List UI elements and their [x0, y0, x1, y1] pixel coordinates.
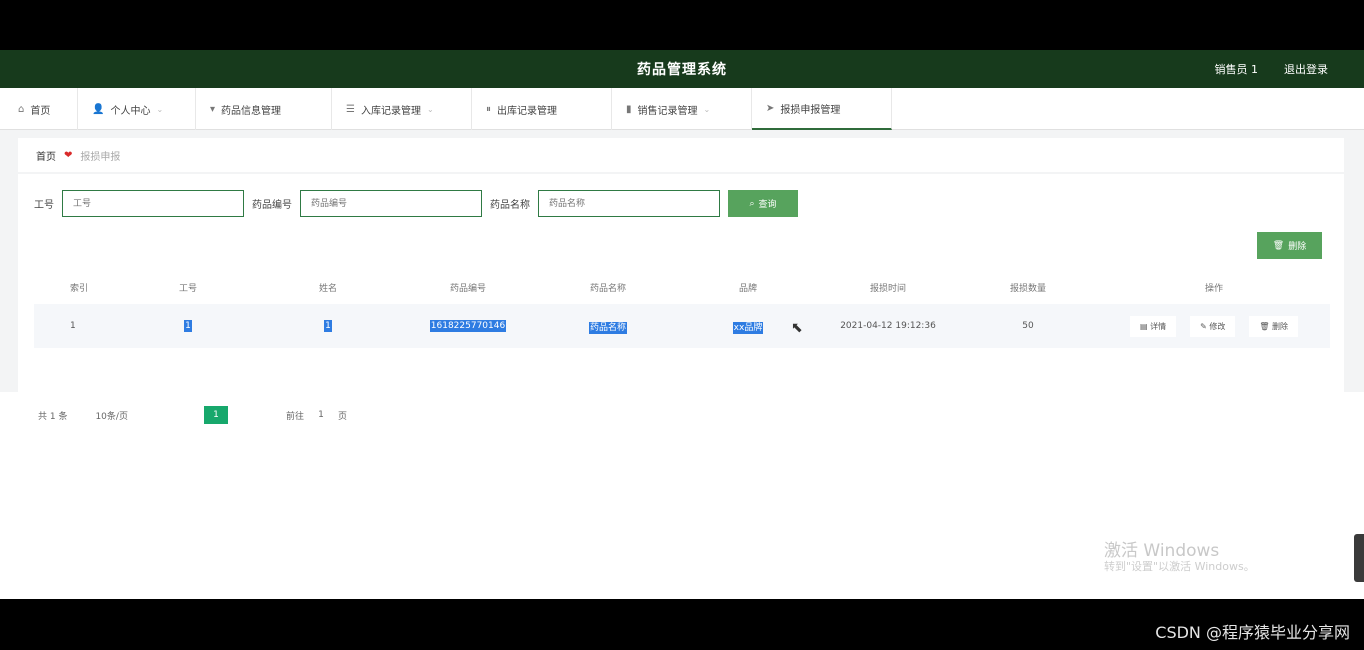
- nav-item-home[interactable]: ⌂ 首页: [4, 88, 78, 130]
- nav-item-stock-in[interactable]: ☰ 入库记录管理 ⌄: [332, 88, 472, 130]
- chevron-down-icon: ⌄: [426, 104, 434, 114]
- app-title: 药品管理系统: [637, 62, 727, 78]
- windows-activation-hint: 转到"设置"以激活 Windows。: [1104, 560, 1255, 573]
- cell-drug-no: 1618225770146: [429, 320, 507, 332]
- data-table: 索引 工号 姓名 药品编号 药品名称 品牌 报损时间 报损数量 操作 1 1 1…: [34, 270, 1330, 348]
- cell-employee-id: 1: [184, 320, 192, 332]
- side-handle[interactable]: [1354, 534, 1364, 582]
- mouse-cursor-icon: ⬉: [791, 320, 803, 336]
- main-panel: 工号 药品编号 药品名称 ⌕ 查询 🗑 删除 索引 工号 姓名 药品编号 药品名…: [18, 174, 1344, 424]
- breadcrumb-current: 报损申报: [80, 151, 121, 163]
- app-screen: 药品管理系统 销售员 1 退出登录 ⌂ 首页 👤 个人中心 ⌄ ▾ 药品信息管理…: [0, 50, 1364, 599]
- chevron-down-icon: ⌄: [703, 104, 711, 114]
- header-operations: 操作: [1204, 283, 1223, 294]
- header-index: 索引: [70, 283, 89, 294]
- page-size-select[interactable]: 10条/页: [95, 409, 128, 422]
- nav-item-profile[interactable]: 👤 个人中心 ⌄: [78, 88, 196, 130]
- chevron-down-icon: ⌄: [156, 104, 164, 114]
- nav-label: 入库记录管理: [360, 105, 421, 117]
- drug-no-input[interactable]: [300, 190, 482, 217]
- document-icon: ▤: [1139, 321, 1151, 331]
- list-icon: ☰: [346, 103, 355, 115]
- page-number-current[interactable]: 1: [203, 406, 228, 424]
- total-count: 共 1 条: [38, 411, 68, 422]
- detail-label: 详情: [1150, 321, 1167, 331]
- cell-index: 1: [70, 321, 76, 331]
- pagination: 共 1 条 10条/页 1 前往 1 页: [38, 406, 347, 424]
- nav-item-stock-out[interactable]: ⏸ 出库记录管理: [472, 88, 612, 130]
- delete-label: 删除: [1272, 321, 1289, 331]
- header-time: 报损时间: [869, 283, 906, 294]
- breadcrumb: 首页 ❤ 报损申报: [18, 138, 1344, 172]
- trash-icon: 🗑: [1272, 240, 1285, 251]
- breadcrumb-home[interactable]: 首页: [36, 148, 56, 163]
- delete-row-button[interactable]: 🗑 删除: [1249, 315, 1299, 337]
- batch-delete-button[interactable]: 🗑 删除: [1257, 232, 1322, 259]
- header-employee-id: 工号: [178, 283, 197, 294]
- header-drug-no: 药品编号: [449, 283, 486, 294]
- search-icon: ⌕: [749, 198, 755, 209]
- cell-employee-id-wrap: 1: [118, 320, 258, 332]
- drug-name-input[interactable]: [538, 190, 720, 217]
- cell-drug-name-wrap: 药品名称: [538, 320, 678, 334]
- pencil-icon: ✎: [1200, 321, 1210, 331]
- cell-name: 1: [324, 320, 332, 332]
- nav-label: 药品信息管理: [221, 105, 282, 117]
- employee-id-label: 工号: [34, 200, 54, 211]
- cell-drug-no-wrap: 1618225770146: [398, 320, 538, 332]
- current-user: 销售员 1: [1214, 63, 1259, 76]
- flag-icon: ➤: [766, 102, 775, 114]
- columns-icon: ⏸: [486, 103, 491, 115]
- nav-label: 销售记录管理: [637, 105, 698, 117]
- cell-quantity: 50: [1022, 321, 1034, 331]
- prev-page-button[interactable]: [176, 406, 200, 424]
- trash-icon: 🗑: [1259, 321, 1273, 331]
- next-page-button[interactable]: [232, 406, 256, 424]
- user-icon: 👤: [92, 103, 105, 115]
- nav-item-loss-report[interactable]: ➤ 报损申报管理: [752, 88, 892, 130]
- nav-label: 出库记录管理: [497, 105, 557, 117]
- edit-button[interactable]: ✎ 修改: [1190, 315, 1236, 337]
- cell-brand: xx品牌: [732, 321, 764, 334]
- logout-link[interactable]: 退出登录: [1284, 61, 1328, 77]
- cell-time: 2021-04-12 19:12:36: [840, 321, 936, 331]
- home-icon: ⌂: [18, 103, 25, 115]
- heart-icon: ❤: [64, 149, 73, 161]
- edit-label: 修改: [1209, 321, 1226, 331]
- search-form: 工号 药品编号 药品名称 ⌕ 查询: [34, 190, 798, 217]
- csdn-credit: CSDN @程序猿毕业分享网: [1155, 623, 1350, 642]
- header-brand: 品牌: [738, 283, 757, 294]
- nav-label: 首页: [30, 105, 51, 117]
- nav-label: 个人中心: [110, 105, 151, 117]
- page-suffix: 页: [337, 411, 347, 422]
- query-button[interactable]: ⌕ 查询: [728, 190, 798, 217]
- drug-no-label: 药品编号: [252, 200, 292, 211]
- employee-id-input[interactable]: [62, 190, 244, 217]
- nav-label: 报损申报管理: [780, 104, 841, 116]
- goto-label: 前往: [285, 411, 304, 422]
- goto-input[interactable]: 1: [308, 410, 334, 420]
- cell-drug-name: 药品名称: [588, 321, 627, 334]
- row-operations: ▤ 详情 ✎ 修改 🗑 删除: [1098, 315, 1330, 337]
- table-header: 索引 工号 姓名 药品编号 药品名称 品牌 报损时间 报损数量 操作: [34, 270, 1330, 304]
- header-quantity: 报损数量: [1009, 283, 1046, 294]
- header-name: 姓名: [318, 283, 337, 294]
- top-bar: 药品管理系统 销售员 1 退出登录: [0, 50, 1364, 88]
- nav-item-drug-info[interactable]: ▾ 药品信息管理: [196, 88, 332, 130]
- detail-button[interactable]: ▤ 详情: [1129, 315, 1177, 337]
- nav-item-sales[interactable]: ▮ 销售记录管理 ⌄: [612, 88, 752, 130]
- nav-bar: ⌂ 首页 👤 个人中心 ⌄ ▾ 药品信息管理 ☰ 入库记录管理 ⌄ ⏸ 出库记录…: [0, 88, 1364, 130]
- cell-name-wrap: 1: [258, 320, 398, 332]
- batch-delete-label: 删除: [1288, 242, 1307, 252]
- chart-icon: ▮: [626, 103, 632, 115]
- table-row[interactable]: 1 1 1 1618225770146 药品名称 xx品牌 2021-04-12…: [34, 304, 1330, 348]
- drug-name-label: 药品名称: [490, 200, 530, 211]
- header-drug-name: 药品名称: [589, 283, 626, 294]
- query-button-label: 查询: [758, 200, 777, 210]
- pill-icon: ▾: [210, 103, 216, 115]
